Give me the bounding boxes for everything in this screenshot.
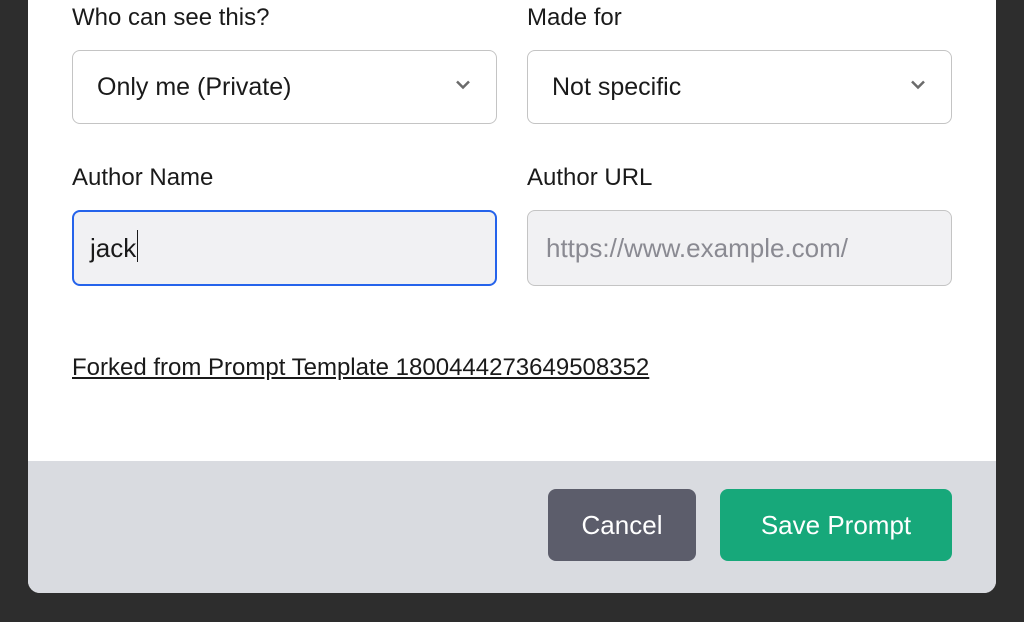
form-row-2: Author Name jack Author URL	[72, 164, 952, 286]
save-button[interactable]: Save Prompt	[720, 489, 952, 561]
author-url-label: Author URL	[527, 164, 952, 192]
author-url-input[interactable]	[527, 210, 952, 286]
visibility-label: Who can see this?	[72, 4, 497, 32]
author-name-label: Author Name	[72, 164, 497, 192]
visibility-group: Who can see this? Only me (Private)	[72, 4, 497, 124]
visibility-select-wrapper: Only me (Private)	[72, 50, 497, 124]
author-url-group: Author URL	[527, 164, 952, 286]
prompt-settings-modal: Who can see this? Only me (Private) Made…	[28, 0, 996, 593]
visibility-value: Only me (Private)	[97, 73, 291, 102]
visibility-select[interactable]: Only me (Private)	[72, 50, 497, 124]
author-name-group: Author Name jack	[72, 164, 497, 286]
modal-body: Who can see this? Only me (Private) Made…	[28, 0, 996, 461]
form-row-1: Who can see this? Only me (Private) Made…	[72, 0, 952, 124]
madefor-select-wrapper: Not specific	[527, 50, 952, 124]
author-name-value: jack	[90, 233, 136, 264]
author-name-input[interactable]: jack	[72, 210, 497, 286]
madefor-select[interactable]: Not specific	[527, 50, 952, 124]
forked-from-link[interactable]: Forked from Prompt Template 180044427364…	[72, 354, 649, 382]
madefor-value: Not specific	[552, 73, 681, 102]
modal-footer: Cancel Save Prompt	[28, 461, 996, 593]
madefor-label: Made for	[527, 4, 952, 32]
text-caret	[137, 230, 138, 262]
cancel-button[interactable]: Cancel	[548, 489, 696, 561]
madefor-group: Made for Not specific	[527, 4, 952, 124]
